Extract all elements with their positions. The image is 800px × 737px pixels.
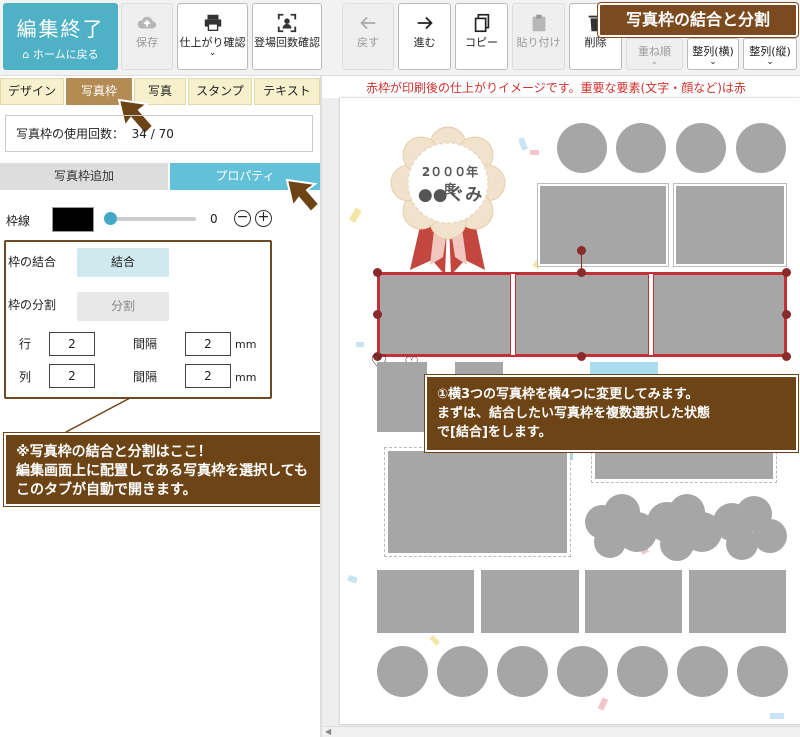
col-gap-input[interactable]: 2 <box>185 364 231 388</box>
printer-icon <box>178 12 247 36</box>
tab-text[interactable]: テキスト <box>254 78 320 105</box>
resize-handle[interactable] <box>577 352 586 361</box>
cloud-photo-frames[interactable] <box>582 492 788 564</box>
resize-handle[interactable] <box>782 352 791 361</box>
circle-photo-frame[interactable] <box>557 646 608 697</box>
circle-photo-frame[interactable] <box>616 123 666 173</box>
paste-button[interactable]: 貼り付け <box>512 3 565 70</box>
frame-line-slider[interactable] <box>108 217 196 221</box>
callout-connector <box>65 397 131 433</box>
rect-photo-frame[interactable] <box>377 570 474 633</box>
circle-photo-frame[interactable] <box>377 646 428 697</box>
row-label: 行 <box>19 337 32 351</box>
row-gap-label: 間隔 <box>133 337 158 351</box>
scroll-left-icon[interactable]: ◀ <box>325 727 331 736</box>
title-badge: 写真枠の結合と分割 <box>598 3 798 37</box>
circle-photo-frame[interactable] <box>617 646 668 697</box>
undo-button[interactable]: 戻す <box>342 3 394 70</box>
row-gap-unit: mm <box>235 338 257 351</box>
frame-line-label: 枠線 <box>6 214 31 228</box>
merge-label: 枠の結合 <box>8 255 57 269</box>
plus-icon[interactable]: + <box>255 210 272 227</box>
rect-photo-frame[interactable] <box>537 183 669 267</box>
pointer-arrow-icon <box>285 178 321 214</box>
row-input[interactable]: 2 <box>49 332 95 356</box>
align-vertical-button[interactable]: 整列(縦) ⌄ <box>743 38 797 70</box>
rect-photo-frame[interactable] <box>377 362 427 432</box>
selected-photo-frame[interactable] <box>515 274 649 355</box>
rect-photo-frame[interactable] <box>384 447 571 557</box>
chevron-down-icon: ⌄ <box>650 57 659 67</box>
panel-tabs: デザイン 写真枠 写真 スタンプ テキスト <box>0 78 320 105</box>
appearance-count-button[interactable]: 登場回数確認 <box>252 3 322 70</box>
circle-photo-frame[interactable] <box>736 123 786 173</box>
copy-icon <box>456 12 507 36</box>
edit-end-button[interactable]: 編集終了 ⌂ ホームに戻る <box>3 3 118 70</box>
circle-photo-frame[interactable] <box>737 646 788 697</box>
merge-button[interactable]: 結合 <box>77 248 169 277</box>
slider-handle[interactable] <box>104 212 117 225</box>
rect-photo-frame[interactable] <box>591 447 777 483</box>
cloud-upload-icon <box>122 12 172 36</box>
clipboard-icon <box>513 12 564 36</box>
row-gap-input[interactable]: 2 <box>185 332 231 356</box>
arrow-right-icon <box>399 12 450 36</box>
selected-photo-frame[interactable] <box>379 274 511 355</box>
layer-order-button[interactable]: 重ね順 ⌄ <box>626 38 683 70</box>
col-gap-unit: mm <box>235 371 257 384</box>
chevron-down-icon: ⌄ <box>766 57 774 67</box>
selected-photo-frame[interactable] <box>653 274 785 355</box>
rect-photo-frame[interactable] <box>585 570 682 633</box>
split-label: 枠の分割 <box>8 298 57 312</box>
circle-photo-frame[interactable] <box>677 646 728 697</box>
split-button[interactable]: 分割 <box>77 292 169 321</box>
chevron-down-icon: ⌄ <box>208 48 217 58</box>
rect-photo-frame[interactable] <box>689 570 786 633</box>
tab-stamp[interactable]: スタンプ <box>188 78 252 105</box>
save-button[interactable]: 保存 <box>121 3 173 70</box>
circle-photo-frame[interactable] <box>497 646 548 697</box>
circle-photo-frame[interactable] <box>557 123 607 173</box>
frame-usage-count: 写真枠の使用回数： 34 / 70 <box>5 115 313 152</box>
col-gap-label: 間隔 <box>133 370 158 384</box>
print-notice: 赤枠が印刷後の仕上がりイメージです。重要な要素(文字・顔など)は赤 <box>322 78 800 98</box>
resize-handle[interactable] <box>782 268 791 277</box>
minus-icon[interactable]: − <box>234 210 251 227</box>
arrow-left-icon <box>343 12 393 36</box>
circle-photo-frame[interactable] <box>676 123 726 173</box>
rotate-handle[interactable] <box>577 246 586 255</box>
badge-class: ●●ぐみ <box>417 185 483 205</box>
tab-add-frame[interactable]: 写真枠追加 <box>0 163 168 190</box>
col-input[interactable]: 2 <box>49 364 95 388</box>
horizontal-scrollbar[interactable] <box>322 726 800 737</box>
col-label: 列 <box>19 370 32 384</box>
copy-button[interactable]: コピー <box>455 3 508 70</box>
home-icon: ⌂ <box>22 48 30 61</box>
frame-line-value: 0 <box>210 212 218 226</box>
home-link[interactable]: ⌂ ホームに戻る <box>3 46 118 62</box>
align-horizontal-button[interactable]: 整列(横) ⌄ <box>687 38 739 70</box>
resize-handle[interactable] <box>373 268 382 277</box>
chevron-down-icon: ⌄ <box>709 57 717 67</box>
tab-design[interactable]: デザイン <box>0 78 64 105</box>
label-tape <box>590 362 658 376</box>
redo-button[interactable]: 進む <box>398 3 451 70</box>
rect-photo-frame[interactable] <box>673 183 787 267</box>
resize-handle[interactable] <box>782 310 791 319</box>
frame-line-color-swatch[interactable] <box>52 207 94 232</box>
usage-value: 34 / 70 <box>131 127 174 141</box>
callout-right: ①横3つの写真枠を横4つに変更してみます。 まずは、結合したい写真枠を複数選択し… <box>425 375 798 452</box>
person-scan-icon <box>253 12 321 36</box>
resize-handle[interactable] <box>373 310 382 319</box>
rect-photo-frame[interactable] <box>481 570 579 633</box>
resize-handle[interactable] <box>577 268 586 277</box>
preview-button[interactable]: 仕上がり確認 ⌄ <box>177 3 248 70</box>
edit-end-label: 編集終了 <box>16 17 105 41</box>
circle-photo-frame[interactable] <box>437 646 488 697</box>
